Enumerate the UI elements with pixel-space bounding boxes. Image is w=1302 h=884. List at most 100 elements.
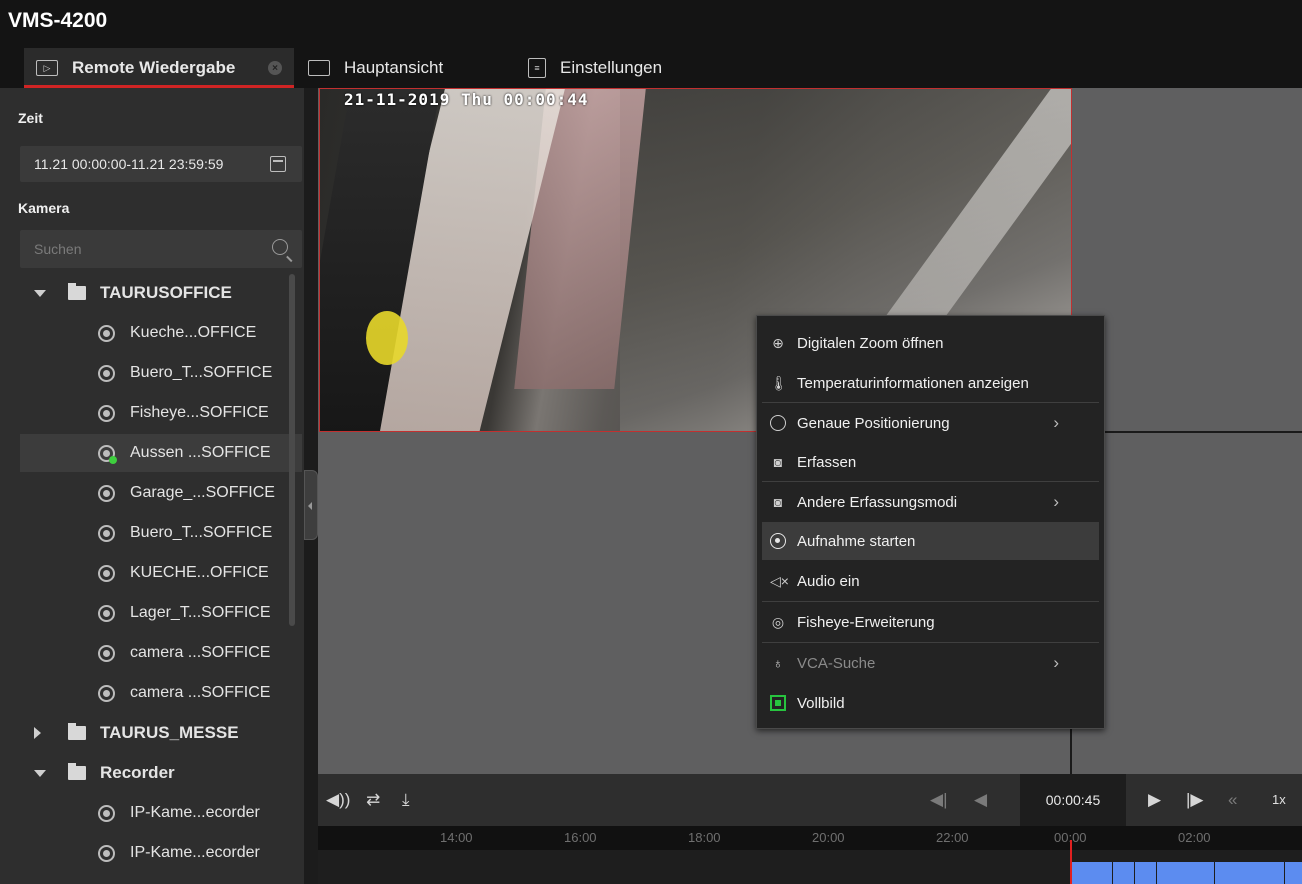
menu-label: Audio ein [797, 572, 860, 590]
camera-label: IP-Kame...ecorder [130, 844, 260, 861]
next-frame-icon[interactable]: |▶ [1186, 790, 1204, 810]
reverse-play-icon[interactable]: ◀ [974, 790, 987, 810]
expand-arrow-icon[interactable] [34, 769, 46, 777]
time-range-field[interactable]: 11.21 00:00:00-11.21 23:59:59 [20, 146, 302, 182]
menu-item-audio-on[interactable]: ◁× Audio ein [762, 562, 1099, 600]
camera-label: camera ...SOFFICE [130, 684, 271, 701]
camera-label: Lager_T...SOFFICE [130, 604, 271, 621]
menu-item-vca-search: ♁ VCA-Suche › [762, 644, 1099, 682]
current-time: 00:00:45 [1045, 792, 1101, 808]
camera-icon [98, 324, 115, 342]
camera-label: camera ...SOFFICE [130, 644, 271, 661]
tree-camera-item[interactable]: IP-Kame...ecorder [0, 794, 290, 832]
menu-item-positioning[interactable]: Genaue Positionierung › [762, 404, 1099, 442]
camera-icon [98, 684, 115, 702]
menu-item-fullscreen[interactable]: Vollbild [762, 684, 1099, 722]
timeline[interactable]: 14:00 16:00 18:00 20:00 22:00 00:00 02:0… [318, 826, 1302, 884]
tree-group-taurusoffice[interactable]: TAURUSOFFICE [0, 274, 290, 312]
video-frame [366, 311, 408, 365]
tree-camera-item-selected[interactable]: Aussen ...SOFFICE [20, 434, 302, 472]
tree-camera-item[interactable]: Kueche...OFFICE [0, 314, 290, 352]
menu-item-other-capture[interactable]: ◙ Andere Erfassungsmodi › [762, 483, 1099, 521]
main-view-icon [308, 60, 330, 76]
tree-camera-item[interactable]: Fisheye...SOFFICE [0, 394, 290, 432]
camera-section-label: Kamera [18, 200, 70, 216]
menu-item-fisheye[interactable]: ◎ Fisheye-Erweiterung [762, 603, 1099, 641]
play-icon[interactable]: ▶ [1148, 790, 1161, 810]
camera-icon [98, 364, 115, 382]
menu-separator [762, 601, 1099, 602]
tree-group-taurus-messe[interactable]: TAURUS_MESSE [0, 714, 290, 752]
tab-remote-playback[interactable]: ▷ Remote Wiedergabe × [24, 48, 294, 88]
tree-camera-item[interactable]: IP-Kame...ecorder [0, 834, 290, 872]
camera-icon [98, 644, 115, 662]
collapsed-arrow-icon[interactable] [34, 727, 41, 739]
tree-camera-item[interactable]: Lager_T...SOFFICE [0, 594, 290, 632]
camera-label: Garage_...SOFFICE [130, 484, 275, 501]
tree-camera-item[interactable]: Garage_...SOFFICE [0, 474, 290, 512]
tree-scrollbar[interactable] [289, 274, 295, 626]
time-section-label: Zeit [18, 110, 43, 126]
osd-timestamp: 21-11-2019 Thu 00:00:44 [344, 90, 589, 109]
camera-icon [98, 804, 115, 822]
tree-group-recorder[interactable]: Recorder [0, 754, 290, 792]
camera-label: KUECHE...OFFICE [130, 564, 269, 581]
segment-divider [1112, 862, 1113, 884]
tab-label: Einstellungen [560, 58, 663, 77]
camera-label: Buero_T...SOFFICE [130, 524, 273, 541]
left-panel: Zeit 11.21 00:00:00-11.21 23:59:59 Kamer… [0, 88, 304, 884]
tab-label: Hauptansicht [344, 58, 444, 77]
zoom-in-icon: ⊕ [772, 335, 784, 351]
folder-icon [68, 283, 86, 300]
tree-camera-item[interactable]: camera ...SOFFICE [0, 634, 290, 672]
camera-icon [98, 844, 115, 862]
timeline-cursor[interactable] [1070, 840, 1072, 884]
menu-item-capture[interactable]: ◙ Erfassen [762, 443, 1099, 481]
tree-camera-item[interactable]: camera ...SOFFICE [0, 674, 290, 712]
menu-item-temperature[interactable]: 🌡︎ Temperaturinformationen anzeigen [762, 364, 1099, 402]
bulb-icon: ♁ [772, 655, 784, 671]
camera-icon [98, 564, 115, 582]
camera-label: Buero_T...SOFFICE [130, 364, 273, 381]
camera-icon [98, 404, 115, 422]
menu-label: Genaue Positionierung [797, 414, 950, 432]
group-label: Recorder [100, 763, 175, 782]
expand-arrow-icon[interactable] [34, 289, 46, 297]
recording-segment[interactable] [1070, 862, 1302, 884]
tab-main-view[interactable]: Hauptansicht [308, 48, 443, 88]
volume-icon[interactable]: ◀)) [326, 790, 350, 810]
menu-item-start-recording[interactable]: Aufnahme starten [762, 522, 1099, 560]
timeline-tick: 18:00 [688, 830, 721, 845]
playback-icon: ▷ [36, 60, 58, 76]
camera-label: Aussen ...SOFFICE [130, 444, 271, 461]
menu-label: Erfassen [797, 453, 857, 471]
camera-icon [98, 484, 115, 502]
timeline-tick: 16:00 [564, 830, 597, 845]
slow-down-icon[interactable]: « [1228, 790, 1237, 810]
search-input[interactable]: Suchen [20, 230, 302, 268]
menu-item-digital-zoom[interactable]: ⊕ Digitalen Zoom öffnen [762, 324, 1099, 362]
time-range-value: 11.21 00:00:00-11.21 23:59:59 [34, 156, 224, 172]
submenu-chevron-icon: › [1053, 492, 1059, 511]
prev-frame-icon[interactable]: ◀| [930, 790, 948, 810]
speed-label[interactable]: 1x [1272, 792, 1286, 807]
group-label: TAURUS_MESSE [100, 723, 239, 742]
calendar-icon[interactable] [270, 156, 286, 172]
tree-camera-item[interactable]: Buero_T...SOFFICE [0, 514, 290, 552]
tab-settings[interactable]: ≡ Einstellungen [528, 48, 662, 88]
adjust-icon[interactable]: ⇄ [366, 790, 380, 810]
tree-camera-item[interactable]: Buero_T...SOFFICE [0, 354, 290, 392]
grid-divider [1072, 431, 1302, 433]
panel-collapse-handle[interactable] [304, 470, 318, 540]
camera-label: Fisheye...SOFFICE [130, 404, 269, 421]
tree-camera-item[interactable]: KUECHE...OFFICE [0, 554, 290, 592]
thermometer-icon: 🌡︎ [770, 375, 788, 391]
download-icon[interactable]: ⤓ [402, 790, 410, 810]
camera-icon [98, 604, 115, 622]
menu-label: Andere Erfassungsmodi [797, 493, 958, 511]
current-time-display: 00:00:45 [1020, 774, 1126, 826]
close-icon[interactable]: × [268, 61, 282, 75]
group-label: TAURUSOFFICE [100, 283, 232, 302]
search-icon[interactable] [272, 239, 288, 255]
tab-label: Remote Wiedergabe [72, 58, 236, 77]
